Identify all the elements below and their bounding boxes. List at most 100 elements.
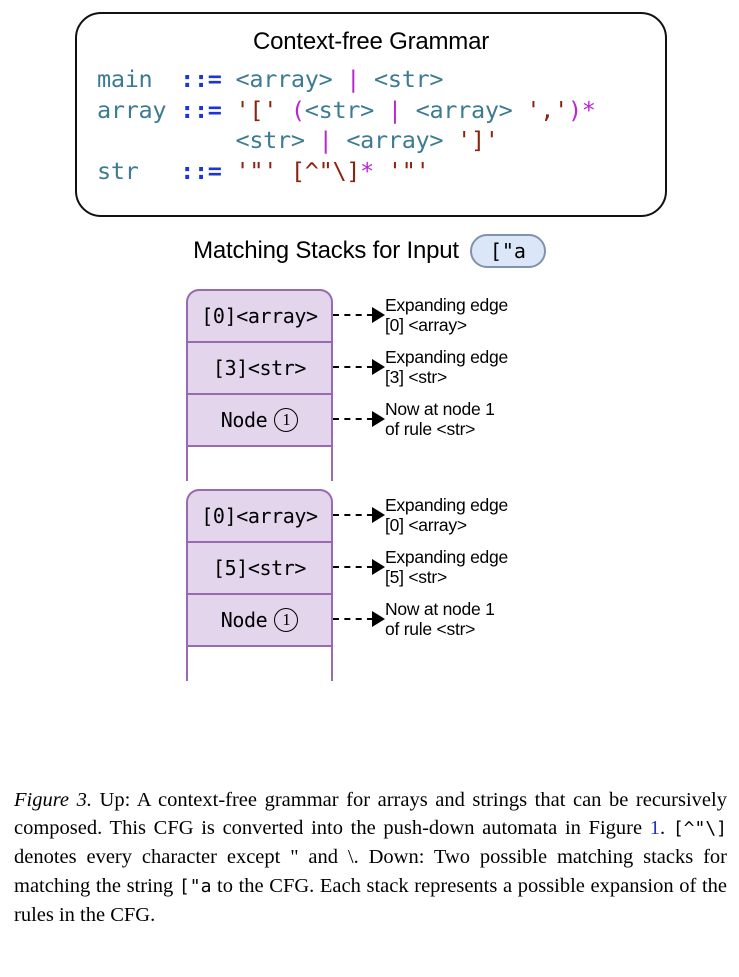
- arrow-shaft: [333, 366, 373, 368]
- caption-input-string-code: ["a: [178, 875, 212, 897]
- annotation-stack1-row3: Now at node 1 of rule <str>: [333, 393, 495, 445]
- grammar-token-lit: [^"\]: [290, 156, 361, 185]
- matching-stacks-heading-label: Matching Stacks for Input: [193, 237, 459, 264]
- grammar-token-plain: [443, 126, 457, 154]
- annotation-text: Expanding edge [5] <str>: [385, 547, 508, 587]
- grammar-token-op: *: [360, 156, 375, 185]
- grammar-token-plain: [277, 157, 291, 185]
- arrow-shaft: [333, 618, 373, 620]
- grammar-rule-line: main ::= <array> | <str>: [97, 64, 657, 95]
- grammar-define-operator: ::=: [180, 95, 236, 124]
- grammar-rules-code: main ::= <array> | <str> array ::= '[' (<…: [97, 64, 657, 186]
- grammar-token-plain: [513, 96, 527, 124]
- annotation-stack2-row1: Expanding edge [0] <array>: [333, 489, 508, 541]
- grammar-rule-line: <str> | <array> ']': [97, 125, 657, 156]
- stack-cell-frame: [5]<str>: [186, 541, 333, 593]
- stack-node-label: Node 1: [221, 608, 299, 632]
- dashed-arrow-icon: [333, 507, 385, 523]
- grammar-token-plain: [332, 126, 346, 154]
- caption-text-part-1: Up: A context-free grammar for arrays an…: [14, 789, 727, 840]
- annotation-stack2-row2: Expanding edge [5] <str>: [333, 541, 508, 593]
- grammar-rule-line: array ::= '[' (<str> | <array> ',')*: [97, 95, 657, 126]
- grammar-token-plain: [374, 157, 388, 185]
- arrow-shaft: [333, 514, 373, 516]
- arrow-shaft: [333, 314, 373, 316]
- caption-figure-label: Figure 3.: [14, 789, 92, 811]
- caption-text-part-2: .: [660, 817, 673, 840]
- grammar-token-nt: <array>: [415, 95, 513, 124]
- grammar-rule-head: array: [97, 95, 181, 124]
- grammar-token-alt: |: [346, 65, 361, 93]
- annotation-stack1-row1: Expanding edge [0] <array>: [333, 289, 508, 341]
- matching-stack-2: [0]<array> [5]<str> Node 1: [186, 489, 333, 681]
- caption-figure-reference-link[interactable]: 1: [650, 817, 660, 839]
- grammar-continuation-indent: [97, 126, 235, 154]
- arrow-head: [372, 559, 385, 575]
- grammar-token-alt: |: [387, 95, 402, 124]
- grammar-token-lit: '"': [387, 156, 430, 185]
- stack-cell-node: Node 1: [186, 393, 333, 445]
- stack-node-text: Node: [220, 608, 268, 632]
- grammar-panel-title: Context-free Grammar: [252, 28, 490, 55]
- grammar-token-lit: '"': [235, 156, 278, 185]
- grammar-token-lit: ',': [526, 95, 568, 124]
- circled-number-icon: 1: [274, 608, 299, 632]
- arrow-head: [372, 411, 385, 427]
- arrow-head: [372, 359, 385, 375]
- matching-stack-1: [0]<array> [3]<str> Node 1: [186, 289, 333, 481]
- arrow-shaft: [333, 418, 373, 420]
- annotation-stack2-row3: Now at node 1 of rule <str>: [333, 593, 495, 645]
- grammar-token-nt: <str>: [304, 95, 375, 124]
- grammar-token-nt: <str>: [374, 65, 444, 93]
- grammar-token-plain: [402, 96, 416, 124]
- grammar-token-plain: [360, 65, 374, 93]
- grammar-token-plain: [305, 126, 319, 154]
- stack-cell-frame: [3]<str>: [186, 341, 333, 393]
- annotation-text: Expanding edge [3] <str>: [385, 347, 508, 387]
- grammar-rule-head: str: [97, 156, 181, 185]
- grammar-token-nt: <str>: [235, 126, 305, 154]
- grammar-token-lit: ']': [457, 126, 499, 154]
- arrow-shaft: [333, 566, 373, 568]
- dashed-arrow-icon: [333, 307, 385, 323]
- grammar-rule-head: main: [97, 65, 181, 93]
- dashed-arrow-icon: [333, 411, 385, 427]
- grammar-token-plain: [374, 96, 388, 124]
- grammar-panel: Context-free Grammar main ::= <array> | …: [75, 12, 667, 217]
- arrow-head: [372, 307, 385, 323]
- input-string-badge: ["a: [469, 234, 546, 268]
- grammar-token-op: (: [290, 95, 305, 124]
- stack-frame-label: [0]<array>: [201, 504, 318, 528]
- annotation-text: Expanding edge [0] <array>: [385, 495, 508, 535]
- stack-frame-label: [5]<str>: [212, 556, 307, 580]
- stack-cell-node: Node 1: [186, 593, 333, 645]
- dashed-arrow-icon: [333, 611, 385, 627]
- grammar-rule-line: str ::= '"' [^"\]* '"': [97, 156, 657, 187]
- stack-cell-frame: [0]<array>: [186, 489, 333, 541]
- stack-node-text: Node: [220, 408, 268, 432]
- grammar-token-op: ): [567, 95, 582, 124]
- stack-cell-empty: [186, 445, 333, 481]
- dashed-arrow-icon: [333, 359, 385, 375]
- stack-frame-label: [0]<array>: [201, 304, 318, 328]
- stack-node-label: Node 1: [221, 408, 299, 432]
- arrow-head: [372, 611, 385, 627]
- figure-caption: Figure 3. Up: A context-free grammar for…: [14, 786, 727, 929]
- grammar-token-lit: '[': [235, 95, 278, 124]
- annotation-stack1-row2: Expanding edge [3] <str>: [333, 341, 508, 393]
- dashed-arrow-icon: [333, 559, 385, 575]
- grammar-token-op: *: [581, 95, 596, 124]
- annotation-text: Now at node 1 of rule <str>: [385, 399, 495, 439]
- annotation-text: Expanding edge [0] <array>: [385, 295, 508, 335]
- stack-cell-empty: [186, 645, 333, 681]
- stack-frame-label: [3]<str>: [212, 356, 307, 380]
- grammar-define-operator: ::=: [180, 156, 236, 185]
- annotation-text: Now at node 1 of rule <str>: [385, 599, 495, 639]
- grammar-token-alt: |: [318, 126, 333, 154]
- arrow-head: [372, 507, 385, 523]
- grammar-define-operator: ::=: [180, 65, 236, 93]
- stack-cell-frame: [0]<array>: [186, 289, 333, 341]
- matching-stacks-heading-row: Matching Stacks for Input ["a: [0, 230, 739, 272]
- caption-charclass-code: [^"\]: [672, 818, 728, 840]
- grammar-token-nt: <array>: [235, 65, 333, 93]
